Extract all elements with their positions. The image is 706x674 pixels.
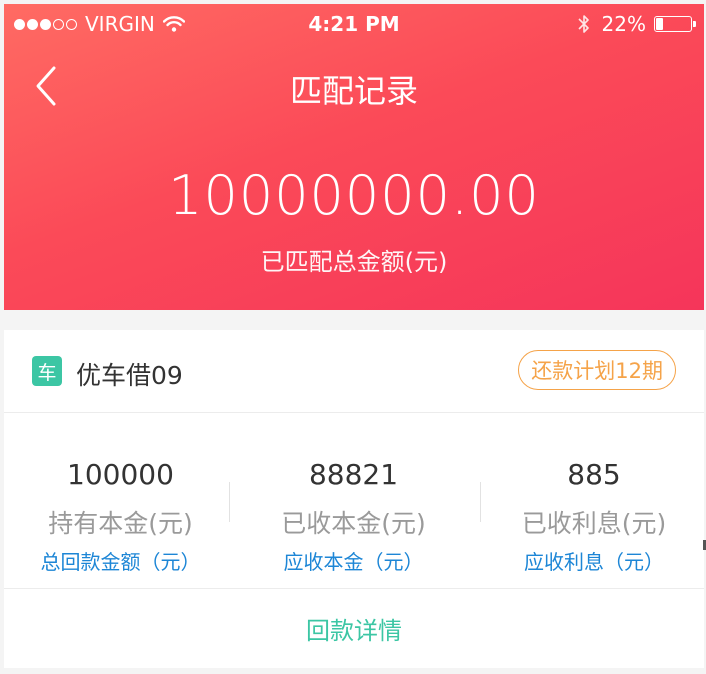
page: VIRGIN 4:21 PM 22% 匹配记录 10000000.00 已匹配总… [0,0,706,674]
stat-sub-label: 总回款金额（元） [40,550,201,574]
stat-received-interest: 885 已收利息(元) 应收利息（元） [484,412,704,588]
product-name: 优车借09 [76,361,183,390]
header: VIRGIN 4:21 PM 22% 匹配记录 10000000.00 已匹配总… [4,4,704,310]
product-row: 车 优车借09 还款计划12期 [4,330,704,413]
stats-row: 100000 持有本金(元) 总回款金额（元） 88821 已收本金(元) 应收… [4,412,704,589]
stat-label: 已收利息(元) [521,509,667,538]
match-record-card: 车 优车借09 还款计划12期 100000 持有本金(元) 总回款金额（元） … [4,330,704,668]
battery-icon [654,16,696,32]
status-bar: VIRGIN 4:21 PM 22% [4,4,704,42]
bluetooth-icon [577,15,589,33]
stat-label: 持有本金(元) [48,509,193,538]
stat-sub-label: 应收本金（元） [283,550,424,574]
status-right: 22% [577,12,696,36]
stat-value: 88821 [308,458,399,491]
battery-percent: 22% [601,12,646,36]
stat-value: 885 [567,458,621,491]
car-icon: 车 [32,356,62,386]
total-matched-amount: 10000000.00 [168,164,540,227]
battery-fill [656,18,663,30]
page-title: 匹配记录 [289,72,418,110]
stat-divider [480,482,481,522]
stat-value: 100000 [67,458,174,491]
stat-sub-label: 应收利息（元） [524,550,664,574]
battery-tip [693,21,696,27]
repayment-details-link[interactable]: 回款详情 [4,588,704,668]
total-matched-label: 已匹配总金额(元) [260,248,448,276]
stat-divider [229,482,230,522]
stat-held-principal: 100000 持有本金(元) 总回款金额（元） [4,412,237,588]
repayment-plan-button[interactable]: 还款计划12期 [518,350,676,390]
stat-received-principal: 88821 已收本金(元) 应收本金（元） [237,412,470,588]
stat-label: 已收本金(元) [281,509,426,538]
